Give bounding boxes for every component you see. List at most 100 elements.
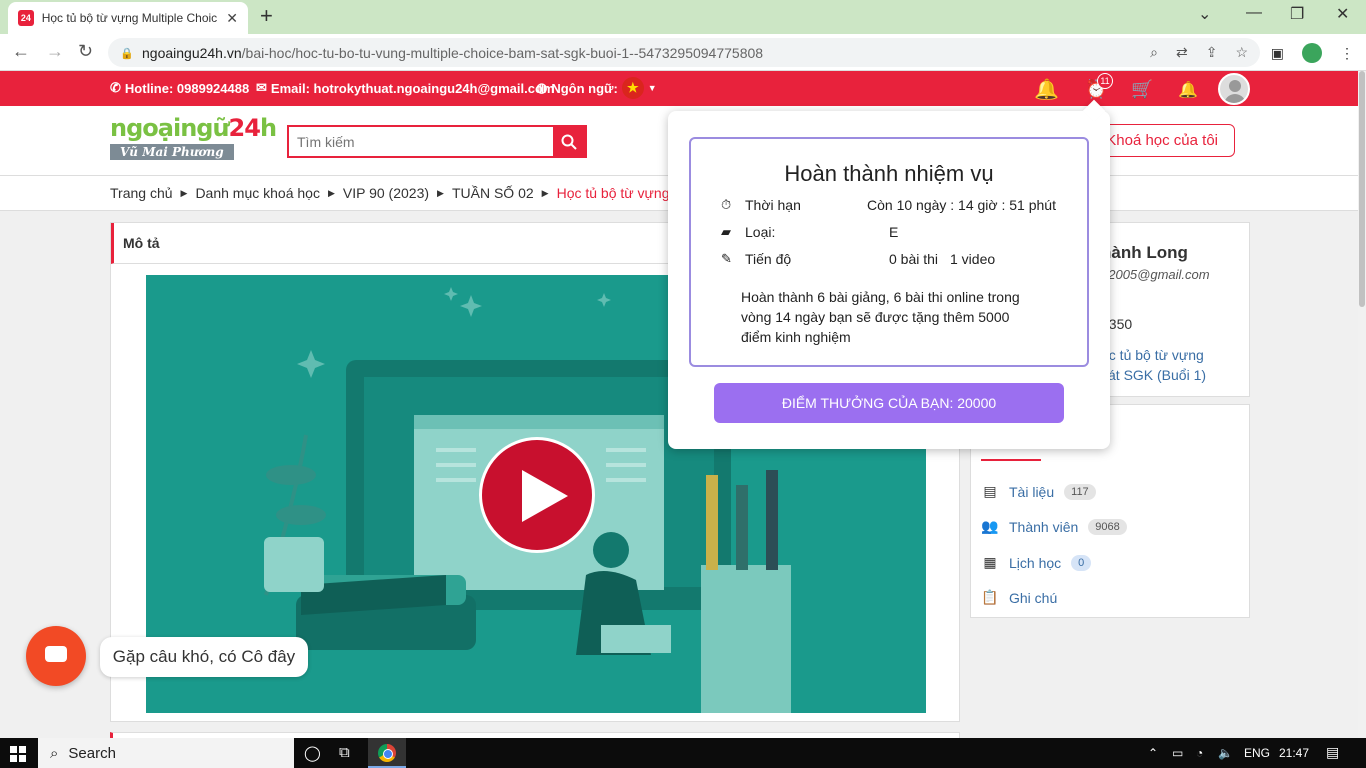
hotline-text: Hotline: 0989924488 bbox=[124, 80, 250, 96]
members-count: 9068 bbox=[1088, 518, 1127, 535]
new-tab-icon[interactable]: + bbox=[260, 5, 273, 27]
breadcrumb-home[interactable]: Trang chủ bbox=[110, 185, 173, 201]
chat-label[interactable]: Gặp câu khó, có Cô đây bbox=[100, 637, 308, 677]
user-avatar[interactable] bbox=[1218, 73, 1250, 105]
lock-icon[interactable]: 🔒 bbox=[120, 47, 134, 60]
address-bar[interactable]: 🔒 ngoaingu24h.vn/bai-hoc/hoc-tu-bo-tu-vu… bbox=[108, 38, 1260, 67]
reload-icon[interactable]: ↻ bbox=[78, 42, 93, 60]
stat-schedule[interactable]: ▦ Lịch học 0 bbox=[981, 554, 1092, 571]
progress-tests: 0 bài thi bbox=[889, 251, 939, 267]
close-window-icon[interactable]: ✕ bbox=[1336, 4, 1349, 24]
browser-tabbar: 24 Học tủ bộ từ vựng Multiple Choic ✕ + … bbox=[0, 0, 1366, 34]
wifi-icon[interactable]: ◔ bbox=[1196, 746, 1203, 760]
browser-tab[interactable]: 24 Học tủ bộ từ vựng Multiple Choic ✕ bbox=[8, 2, 248, 34]
support-email[interactable]: ✉ Email: hotrokythuat.ngoaingu24h@gmail.… bbox=[256, 80, 554, 96]
vietnam-flag-icon: ★ bbox=[621, 77, 644, 99]
caret-right-icon: ▶ bbox=[437, 187, 444, 198]
translate-icon[interactable]: ⇄ bbox=[1176, 44, 1188, 61]
type-row: ▰ Loại: bbox=[721, 224, 776, 240]
minimize-icon[interactable]: — bbox=[1246, 4, 1262, 22]
language-indicator[interactable]: ENG bbox=[1244, 746, 1270, 760]
calendar-icon: ▦ bbox=[983, 554, 997, 570]
stat-members[interactable]: 👥 Thành viên 9068 bbox=[981, 518, 1127, 535]
task-view-icon[interactable]: ⧉ bbox=[339, 744, 350, 761]
clock[interactable]: 21:47 bbox=[1279, 746, 1309, 760]
comment-icon: ▰ bbox=[721, 224, 731, 239]
profile-course-link[interactable]: ọc tủ bộ từ vựng sát SGK (Buổi 1) bbox=[1101, 345, 1206, 385]
language-selector[interactable]: ◍ Ngôn ngữ: ★ ▼ bbox=[536, 77, 657, 99]
cortana-icon[interactable]: ◯ bbox=[304, 744, 321, 762]
chrome-icon bbox=[378, 744, 396, 762]
progress-videos: 1 video bbox=[950, 251, 996, 267]
stats-divider bbox=[981, 459, 1041, 461]
profile-avatar-icon[interactable] bbox=[1302, 43, 1322, 63]
breadcrumb-week[interactable]: TUẦN SỐ 02 bbox=[452, 185, 534, 201]
search-icon: ⌕ bbox=[50, 744, 59, 762]
browser-toolbar: ← → ↻ 🔒 ngoaingu24h.vn/bai-hoc/hoc-tu-bo… bbox=[0, 34, 1366, 71]
email-text: Email: hotrokythuat.ngoaingu24h@gmail.co… bbox=[270, 80, 555, 96]
globe-icon: ◍ bbox=[536, 80, 548, 95]
mission-popup: Hoàn thành nhiệm vụ ⏱ Thời hạn Còn 10 ng… bbox=[668, 99, 1110, 449]
progress-row: ✎ Tiến độ bbox=[721, 251, 792, 267]
page-scrollbar[interactable] bbox=[1358, 71, 1366, 738]
phone-icon: ✆ bbox=[110, 80, 121, 95]
action-center-icon[interactable]: ▤ bbox=[1326, 744, 1339, 761]
caret-right-icon: ▶ bbox=[541, 187, 549, 198]
stat-documents[interactable]: ▤ Tài liệu 117 bbox=[981, 483, 1096, 500]
bookmark-star-icon[interactable]: ☆ bbox=[1235, 44, 1248, 61]
cart-icon[interactable]: 🛒 bbox=[1131, 79, 1153, 100]
windows-start-icon[interactable] bbox=[10, 746, 26, 762]
caret-right-icon: ▶ bbox=[180, 187, 188, 198]
play-button-icon[interactable] bbox=[479, 437, 595, 553]
zoom-search-icon[interactable]: ⌕ bbox=[1150, 44, 1158, 61]
site-logo[interactable]: ngoạingữ24h Vũ Mai Phương bbox=[110, 114, 277, 170]
mission-title: Hoàn thành nhiệm vụ bbox=[784, 161, 994, 186]
battery-icon[interactable]: ▭ bbox=[1172, 746, 1183, 760]
mission-box: Hoàn thành nhiệm vụ ⏱ Thời hạn Còn 10 ng… bbox=[689, 137, 1089, 367]
users-icon: 👥 bbox=[981, 518, 999, 534]
hotline[interactable]: ✆ Hotline: 0989924488 bbox=[110, 80, 249, 96]
book-icon: ▤ bbox=[983, 483, 997, 499]
search-box bbox=[287, 125, 587, 158]
close-tab-icon[interactable]: ✕ bbox=[226, 10, 238, 27]
clipboard-icon: 📋 bbox=[981, 589, 999, 605]
edit-icon: ✎ bbox=[721, 251, 732, 266]
tab-search-icon[interactable]: ⌄ bbox=[1198, 4, 1211, 24]
url-text: ngoaingu24h.vn/bai-hoc/hoc-tu-bo-tu-vung… bbox=[142, 44, 764, 61]
search-icon bbox=[561, 134, 577, 150]
back-icon[interactable]: ← bbox=[12, 42, 30, 60]
site-topbar: ✆ Hotline: 0989924488 ✉ Email: hotrokyth… bbox=[0, 71, 1358, 106]
more-menu-icon[interactable]: ⋮ bbox=[1340, 45, 1354, 62]
chat-bubble-icon[interactable] bbox=[26, 626, 86, 686]
notification-bell-icon[interactable]: 🔔 bbox=[1034, 77, 1059, 102]
language-label: Ngôn ngữ: bbox=[551, 80, 618, 96]
profile-email: 12005@gmail.com bbox=[1101, 267, 1210, 282]
volume-icon[interactable]: 🔈 bbox=[1218, 746, 1233, 760]
mail-icon: ✉ bbox=[256, 80, 267, 95]
side-panel-icon[interactable]: ▣ bbox=[1271, 45, 1284, 62]
forward-icon[interactable]: → bbox=[46, 42, 64, 60]
tab-title: Học tủ bộ từ vựng Multiple Choic bbox=[41, 11, 218, 25]
deadline-row: ⏱ Thời hạn bbox=[721, 197, 801, 213]
site-favicon-icon: 24 bbox=[18, 10, 34, 26]
taskbar-search[interactable]: ⌕ Search bbox=[38, 738, 294, 768]
mission-description: Hoàn thành 6 bài giảng, 6 bài thi online… bbox=[741, 289, 1020, 345]
documents-count: 117 bbox=[1064, 483, 1096, 500]
bell-outline-icon[interactable]: 🔔 bbox=[1178, 80, 1198, 100]
tray-up-arrow-icon[interactable]: ⌃ bbox=[1148, 746, 1158, 760]
type-value: E bbox=[889, 224, 899, 240]
scrollbar-thumb[interactable] bbox=[1359, 71, 1365, 307]
search-button[interactable] bbox=[553, 127, 585, 156]
restore-icon[interactable]: ❐ bbox=[1290, 4, 1304, 24]
stat-notes[interactable]: 📋 Ghi chú bbox=[981, 589, 1057, 606]
share-icon[interactable]: ⇪ bbox=[1206, 44, 1218, 61]
breadcrumb-vip[interactable]: VIP 90 (2023) bbox=[343, 185, 429, 201]
deadline-value: Còn 10 ngày : 14 giờ : 51 phút bbox=[867, 197, 1056, 213]
alarm-badge: 11 bbox=[1097, 73, 1113, 89]
schedule-count: 0 bbox=[1071, 554, 1092, 571]
profile-name: hành Long bbox=[1101, 243, 1188, 262]
search-input[interactable] bbox=[289, 127, 553, 156]
stopwatch-icon: ⏱ bbox=[721, 197, 732, 212]
reward-points-button[interactable]: ĐIỂM THƯỞNG CỦA BẠN: 20000 bbox=[714, 383, 1064, 423]
breadcrumb-catalog[interactable]: Danh mục khoá học bbox=[195, 185, 320, 201]
